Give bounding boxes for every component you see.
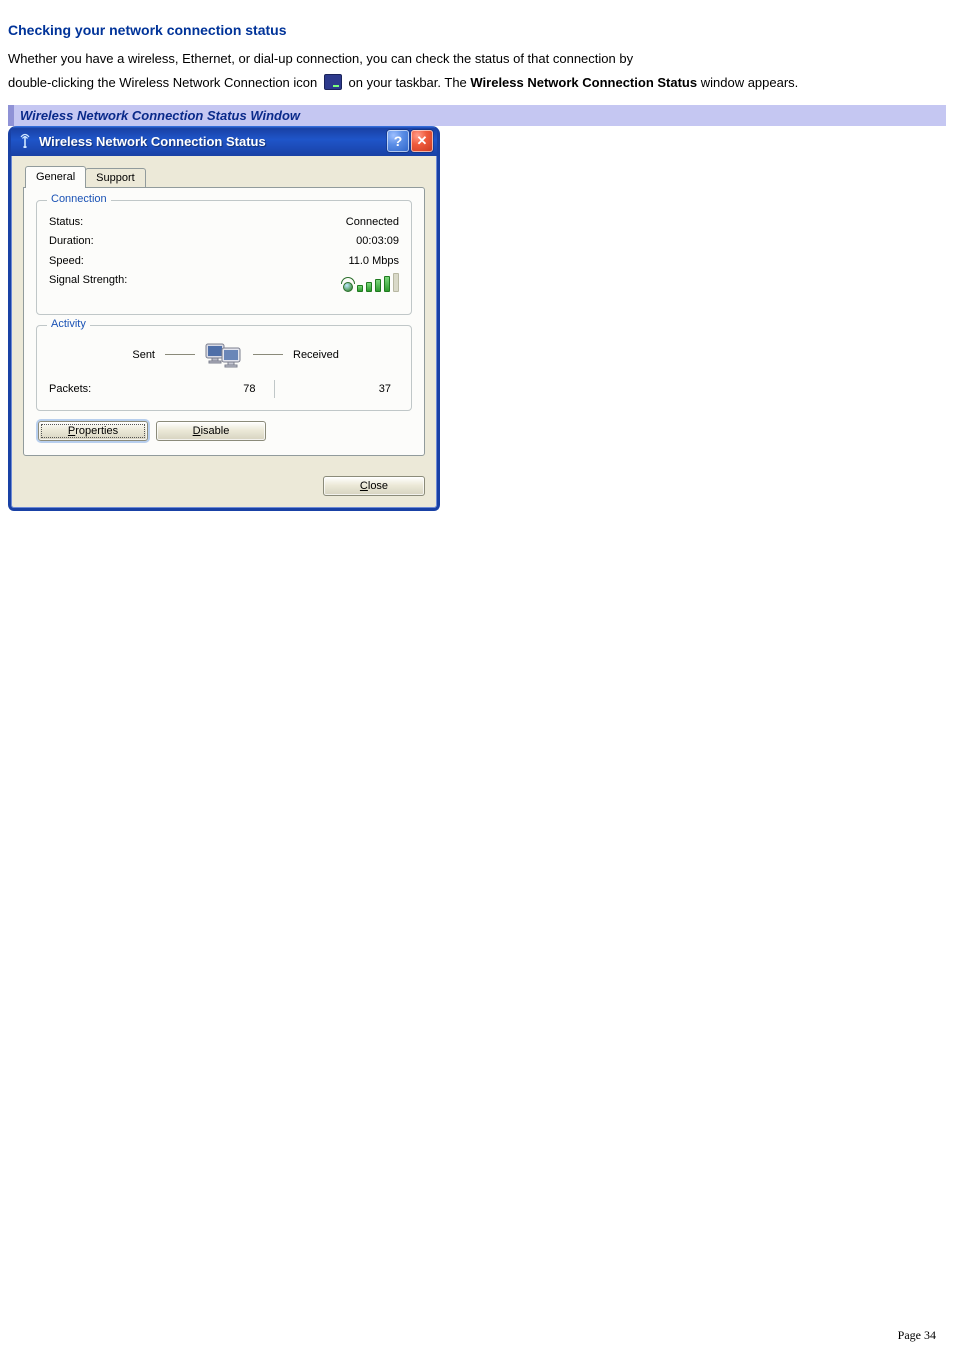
speed-label: Speed:: [49, 254, 84, 269]
window-title: Wireless Network Connection Status: [39, 134, 387, 149]
section-heading: Checking your network connection status: [8, 22, 946, 38]
tab-general[interactable]: General: [25, 166, 86, 188]
intro-text-a: double-clicking the Wireless Network Con…: [8, 75, 321, 90]
tab-panel-general: Connection Status: Connected Duration: 0…: [23, 187, 425, 456]
activity-monitors-icon: [205, 340, 243, 370]
close-row: Close: [11, 466, 437, 508]
group-activity-legend: Activity: [47, 318, 90, 330]
tab-support[interactable]: Support: [85, 168, 146, 188]
page-number: Page 34: [898, 1327, 936, 1343]
properties-button[interactable]: Properties: [38, 421, 148, 441]
disable-rest: isable: [201, 425, 230, 437]
intro-line-2: double-clicking the Wireless Network Con…: [8, 74, 946, 92]
activity-header: Sent: [49, 340, 399, 370]
window-close-button[interactable]: ✕: [411, 130, 433, 152]
sent-label: Sent: [85, 349, 155, 361]
received-label: Received: [293, 349, 363, 361]
dash-left: [165, 354, 195, 355]
duration-label: Duration:: [49, 234, 94, 249]
row-status: Status: Connected: [49, 215, 399, 230]
packets-sent: 78: [139, 383, 274, 395]
close-accel: C: [360, 480, 368, 492]
row-speed: Speed: 11.0 Mbps: [49, 254, 399, 269]
signal-label: Signal Strength:: [49, 273, 127, 297]
group-connection: Connection Status: Connected Duration: 0…: [36, 200, 412, 315]
intro-bold-name: Wireless Network Connection Status: [470, 75, 697, 90]
titlebar: Wireless Network Connection Status ? ✕: [11, 126, 437, 156]
status-window: Wireless Network Connection Status ? ✕ G…: [8, 126, 440, 511]
help-button[interactable]: ?: [387, 130, 409, 152]
intro-line-1: Whether you have a wireless, Ethernet, o…: [8, 50, 946, 68]
signal-strength-icon: [343, 273, 399, 292]
tab-strip: General Support: [25, 166, 425, 188]
group-activity: Activity Sent: [36, 325, 412, 411]
action-buttons: Properties Disable: [38, 421, 412, 441]
close-button[interactable]: Close: [323, 476, 425, 496]
figure-caption: Wireless Network Connection Status Windo…: [8, 105, 946, 126]
intro-text-c: window appears.: [701, 75, 799, 90]
client-area: General Support Connection Status: Conne…: [11, 156, 437, 466]
close-rest: lose: [368, 480, 388, 492]
disable-accel: D: [193, 425, 201, 437]
row-signal: Signal Strength:: [49, 273, 399, 297]
packets-row: Packets: 78 37: [49, 380, 399, 398]
disable-button[interactable]: Disable: [156, 421, 266, 441]
packets-received: 37: [275, 383, 400, 395]
status-label: Status:: [49, 215, 83, 230]
wireless-taskbar-icon: [324, 74, 342, 90]
wireless-antenna-icon: [17, 133, 33, 149]
status-value: Connected: [346, 215, 399, 230]
properties-rest: roperties: [75, 425, 118, 437]
intro-text-b: on your taskbar. The: [349, 75, 471, 90]
speed-value: 11.0 Mbps: [348, 254, 399, 269]
row-duration: Duration: 00:03:09: [49, 234, 399, 249]
signal-value: [343, 273, 399, 297]
dash-right: [253, 354, 283, 355]
duration-value: 00:03:09: [356, 234, 399, 249]
packets-label: Packets:: [49, 383, 139, 395]
group-connection-legend: Connection: [47, 193, 111, 205]
